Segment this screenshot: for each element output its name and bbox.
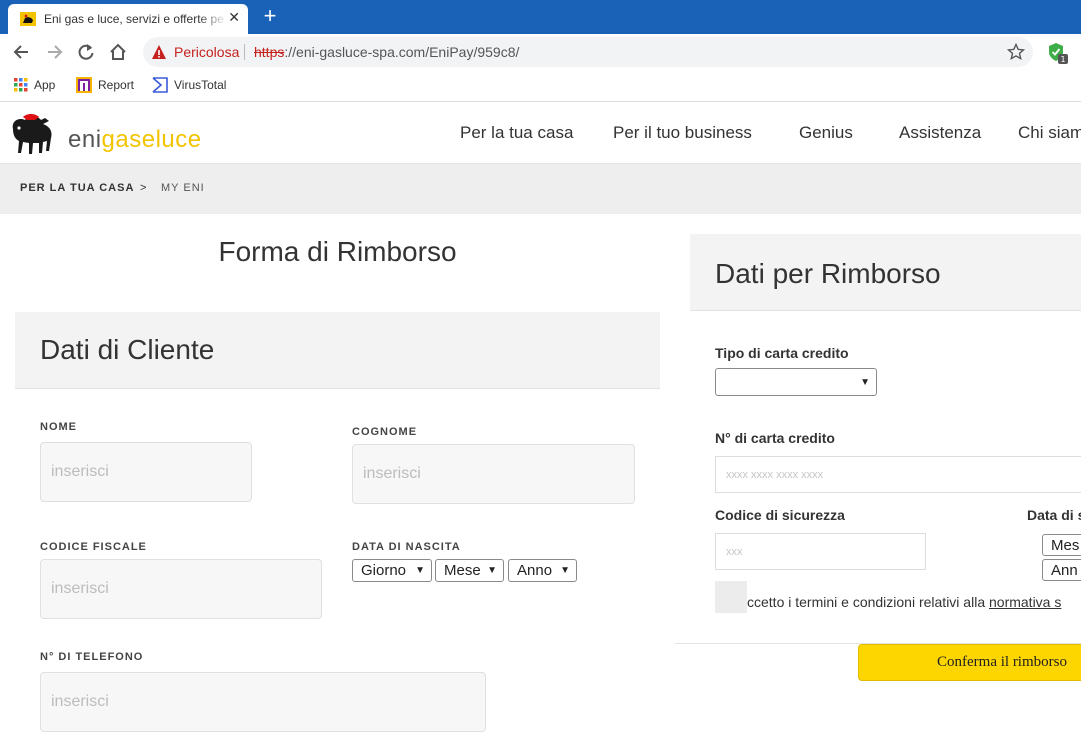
tab-title-fade [198,8,228,30]
logo-wordmark: enigaseluce [68,126,202,154]
breadcrumb: PER LA TUA CASA > MY ENI [0,164,1081,214]
nav-assistenza[interactable]: Assistenza [899,123,981,143]
address-separator [244,44,245,60]
terms-body: ccetto i termini e condizioni relativi a… [747,594,989,610]
back-arrow-icon[interactable] [12,42,32,62]
new-tab-icon[interactable]: + [260,4,280,28]
bookmark-label: App [34,78,56,92]
virustotal-icon [152,77,168,93]
nav-per-il-tuo-business[interactable]: Per il tuo business [613,123,752,143]
tab-title: Eni gas e luce, servizi e offerte pe [44,12,224,26]
client-section-header: Dati di Cliente [15,312,660,389]
url-path: ://eni-gasluce-spa.com/EniPay/959c8/ [284,44,520,60]
expiry-month-select[interactable]: Mes [1042,534,1081,556]
nav-chi-siamo[interactable]: Chi siam [1018,123,1081,143]
chevron-down-icon: ▼ [487,565,497,576]
url-scheme: https [254,44,285,60]
nav-per-la-tua-casa[interactable]: Per la tua casa [460,123,573,143]
anno-value: Anno [517,562,553,579]
expiry-year-value: Ann [1051,561,1078,579]
expiry-month-value: Mes [1051,536,1080,554]
forward-arrow-icon[interactable] [44,42,64,62]
apps-grid-icon [14,78,28,92]
nome-label: NOME [40,421,77,433]
close-tab-icon[interactable]: ✕ [228,9,240,26]
refund-section-header: Dati per Rimborso [690,234,1081,311]
bookmark-apps[interactable]: App [14,76,55,94]
cognome-input[interactable]: inserisci [352,444,635,504]
chevron-down-icon: ▼ [415,565,425,576]
logo-part-gaseluce: gaseluce [101,126,202,153]
data-nascita-label: DATA DI NASCITA [352,541,461,553]
bookmark-report[interactable]: Report [76,76,134,94]
logo-part-eni: eni [68,126,102,153]
url-text[interactable]: https://eni-gasluce-spa.com/EniPay/959c8… [254,44,519,60]
anno-select[interactable]: Anno ▼ [508,559,577,582]
home-icon[interactable] [108,42,128,62]
telefono-input[interactable]: inserisci [40,672,486,732]
shield-extension-icon[interactable]: 1 [1047,42,1069,64]
extension-badge: 1 [1060,55,1065,64]
security-warning-label[interactable]: Pericolosa [174,44,239,60]
bookmark-label: VirusTotal [174,78,227,92]
client-section-title: Dati di Cliente [40,334,215,365]
bookmark-virustotal[interactable]: VirusTotal [152,76,226,94]
terms-link[interactable]: normativa s [989,594,1061,610]
giorno-value: Giorno [361,562,407,579]
nav-genius[interactable]: Genius [799,123,853,143]
chevron-down-icon: ▼ [860,376,870,388]
browser-toolbar: Pericolosa https://eni-gasluce-spa.com/E… [0,34,1081,70]
card-type-select[interactable]: ▼ [715,368,877,396]
cognome-label: COGNOME [352,426,418,438]
bookmark-label: Report [98,78,135,92]
eni-favicon-icon [20,12,36,26]
browser-tab-bar: Eni gas e luce, servizi e offerte pe ✕ + [0,0,1081,34]
refund-section-title: Dati per Rimborso [715,258,941,289]
warning-triangle-icon [152,45,166,59]
site-header: enigaseluce Per la tua casa Per il tuo b… [0,103,1081,164]
expiry-label: Data di s [1027,507,1081,523]
breadcrumb-per-la-tua-casa[interactable]: PER LA TUA CASA [20,182,134,194]
breadcrumb-separator: > [140,182,148,194]
card-number-input[interactable]: xxxx xxxx xxxx xxxx [715,456,1081,493]
nome-input[interactable]: inserisci [40,442,252,502]
cvv-label: Codice di sicurezza [715,507,845,523]
page-title: Forma di Rimborso [218,236,457,267]
report-icon [76,77,92,93]
giorno-select[interactable]: Giorno ▼ [352,559,432,582]
address-bar[interactable]: Pericolosa https://eni-gasluce-spa.com/E… [143,37,1033,67]
codice-fiscale-label: CODICE FISCALE [40,541,147,553]
telefono-label: N° DI TELEFONO [40,651,144,663]
bookmark-star-icon[interactable] [1007,43,1025,61]
browser-tab[interactable]: Eni gas e luce, servizi e offerte pe ✕ [8,4,248,34]
breadcrumb-my-eni: MY ENI [161,182,205,194]
cvv-input[interactable]: xxx [715,533,926,570]
card-number-label: N° di carta credito [715,430,835,446]
reload-icon[interactable] [76,42,96,62]
terms-checkbox[interactable] [715,581,747,613]
confirm-refund-button[interactable]: Conferma il rimborso [858,644,1081,681]
bookmarks-bar: App Report VirusTotal [0,70,1081,102]
codice-fiscale-input[interactable]: inserisci [40,559,322,619]
six-legged-dog-logo-icon [12,114,52,154]
mese-select[interactable]: Mese ▼ [435,559,504,582]
mese-value: Mese [444,562,481,579]
expiry-year-select[interactable]: Ann [1042,559,1081,581]
eni-logo[interactable]: enigaseluce [5,111,201,159]
terms-text: ccetto i termini e condizioni relativi a… [747,594,1061,610]
chevron-down-icon: ▼ [560,565,570,576]
card-type-label: Tipo di carta credito [715,345,849,361]
